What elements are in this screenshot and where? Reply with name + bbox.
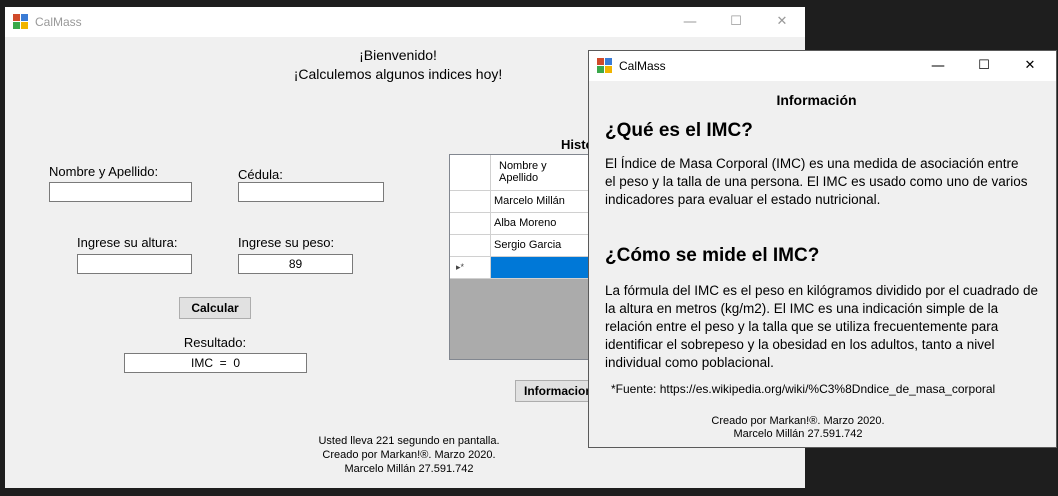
id-field[interactable] <box>238 182 384 202</box>
name-field[interactable] <box>49 182 192 202</box>
table-row[interactable]: Marcelo Millán <box>450 191 608 213</box>
weight-label: Ingrese su peso: <box>238 235 335 250</box>
row-header[interactable] <box>450 191 491 213</box>
info-window: CalMass — ☐ ✕ Información ¿Qué es el IMC… <box>588 50 1057 448</box>
new-row[interactable]: ▸* <box>450 257 608 279</box>
name-label: Nombre y Apellido: <box>49 164 159 179</box>
close-icon[interactable]: ✕ <box>1007 51 1053 81</box>
table-row[interactable]: Sergio Garcia <box>450 235 608 257</box>
grid-header-row: Nombre y Apellido <box>450 155 608 191</box>
main-titlebar[interactable]: CalMass — ☐ ✕ <box>5 7 805 37</box>
row-header[interactable] <box>450 213 491 235</box>
height-field[interactable] <box>77 254 192 274</box>
footer-line-2: Creado por Markan!®. Marzo 2020. <box>322 449 496 461</box>
info-credit-line-2: Marcelo Millán 27.591.742 <box>733 428 863 440</box>
minimize-icon[interactable]: — <box>915 51 961 81</box>
table-row[interactable]: Alba Moreno <box>450 213 608 235</box>
app-icon <box>597 58 613 74</box>
calculate-button[interactable]: Calcular <box>179 297 251 319</box>
footer-line-3: Marcelo Millán 27.591.742 <box>344 463 474 475</box>
question-how-measured: ¿Cómo se mide el IMC? <box>605 245 820 266</box>
window-title: CalMass <box>35 15 82 29</box>
subtitle-text: ¡Calculemos algunos indices hoy! <box>293 66 503 82</box>
history-grid[interactable]: Nombre y Apellido Marcelo Millán Alba Mo… <box>449 154 609 360</box>
question-what-is: ¿Qué es el IMC? <box>605 120 753 141</box>
row-header-corner <box>450 155 491 191</box>
result-field <box>124 353 307 373</box>
answer-how-measured: La fórmula del IMC es el peso en kilógra… <box>605 283 1038 370</box>
welcome-text: ¡Bienvenido! <box>359 47 437 63</box>
weight-field[interactable] <box>238 254 353 274</box>
row-header[interactable] <box>450 235 491 257</box>
height-label: Ingrese su altura: <box>77 235 178 250</box>
maximize-icon[interactable]: ☐ <box>713 7 759 37</box>
info-credit-line-1: Creado por Markan!®. Marzo 2020. <box>711 415 885 427</box>
close-icon[interactable]: ✕ <box>759 7 805 37</box>
window-title: CalMass <box>619 59 666 73</box>
new-row-marker[interactable]: ▸* <box>450 257 491 279</box>
source-text: *Fuente: https://es.wikipedia.org/wiki/%… <box>611 382 996 396</box>
footer-line-1: Usted lleva 221 segundo en pantalla. <box>318 435 500 447</box>
result-label: Resultado: <box>183 335 247 350</box>
info-titlebar[interactable]: CalMass — ☐ ✕ <box>589 51 1056 81</box>
info-heading: Información <box>776 92 857 108</box>
minimize-icon[interactable]: — <box>667 7 713 37</box>
id-label: Cédula: <box>238 167 283 182</box>
maximize-icon[interactable]: ☐ <box>961 51 1007 81</box>
answer-what-is: El Índice de Masa Corporal (IMC) es una … <box>605 156 1028 207</box>
app-icon <box>13 14 29 30</box>
